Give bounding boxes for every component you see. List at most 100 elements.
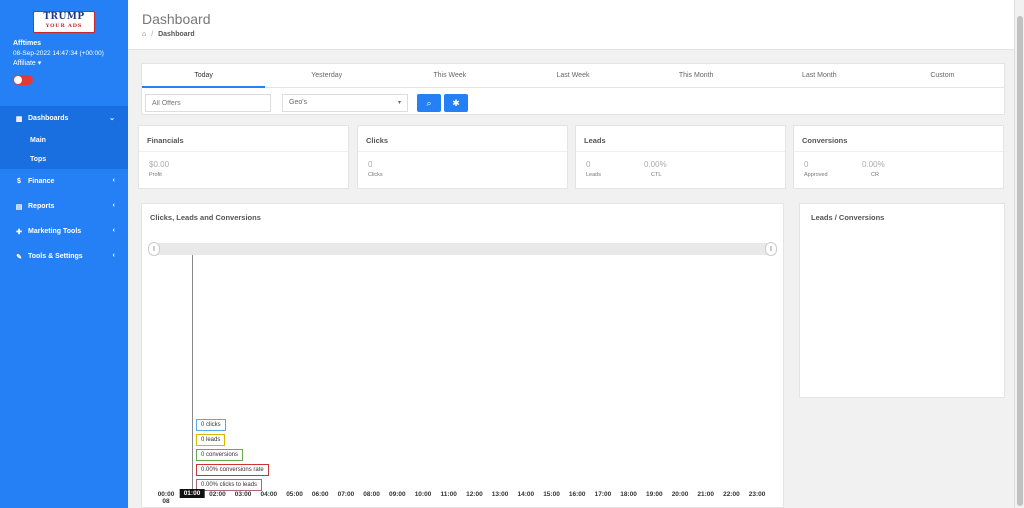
tab-this-month[interactable]: This Month xyxy=(635,64,758,87)
x-tick-label: 12:00 xyxy=(466,491,483,498)
tooltip-conversions: 0 conversions xyxy=(196,449,244,461)
x-tick-label: 20:00 xyxy=(671,491,689,498)
card-title: Leads xyxy=(584,136,606,145)
x-tick-label: 13:00 xyxy=(491,491,509,498)
search-icon: ⌕ xyxy=(426,98,432,108)
role-dropdown[interactable]: Affiliate ▾ xyxy=(13,59,41,67)
x-tick-label: 17:00 xyxy=(594,491,612,498)
x-tick-label: 10:00 xyxy=(414,491,432,498)
x-tick-label: 06:00 xyxy=(311,491,329,498)
search-button[interactable]: ⌕ xyxy=(417,94,441,112)
scrollbar-thumb[interactable] xyxy=(1017,16,1023,506)
user-name: Afftimes xyxy=(13,40,42,47)
status-toggle[interactable] xyxy=(13,75,33,85)
settings-button[interactable]: ✱ xyxy=(444,94,468,112)
x-axis: 00:00 08 01:00 02:00 03:00 04:00 05:00 06:00… xyxy=(156,489,776,507)
offers-input[interactable] xyxy=(145,94,271,112)
x-tick-time: 00:00 xyxy=(157,491,175,498)
divider xyxy=(794,151,1003,152)
cr-label: CR xyxy=(871,172,879,178)
clicks-label: Clicks xyxy=(368,172,383,178)
leads-conversions-card: Leads / Conversions xyxy=(799,203,1005,398)
sidebar-item-marketing-tools[interactable]: ✚ Marketing Tools ‹ xyxy=(0,219,128,244)
logo-line2: YOUR ADS xyxy=(45,23,83,29)
sidebar-item-reports[interactable]: ▤ Reports ‹ xyxy=(0,194,128,219)
x-tick-first: 00:00 08 xyxy=(158,491,175,505)
sidebar-item-label: Marketing Tools xyxy=(28,228,82,235)
wrench-icon: ✎ xyxy=(16,253,22,261)
x-tick-label: 19:00 xyxy=(645,491,663,498)
x-tick-label: 05:00 xyxy=(286,491,303,498)
page-header: Dashboard ⌂ / Dashboard xyxy=(128,0,1014,50)
tab-this-week[interactable]: This Week xyxy=(388,64,511,87)
geo-select[interactable]: Geo's ▾ xyxy=(282,94,408,112)
sidebar-item-tops[interactable]: Tops xyxy=(0,150,128,169)
card-title: Financials xyxy=(147,136,184,145)
leads-value: 0 xyxy=(586,160,591,169)
gear-icon: ✱ xyxy=(452,98,460,108)
clicks-leads-conversions-chart: Clicks, Leads and Conversions || || 0 cl… xyxy=(141,203,784,508)
chart-crosshair xyxy=(192,255,193,491)
sidebar-item-main[interactable]: Main xyxy=(0,131,128,150)
conversions-card: Conversions 0 Approved 0.00% CR xyxy=(793,125,1004,189)
ctl-value: 0.00% xyxy=(644,160,667,169)
tooltip-leads: 0 leads xyxy=(196,434,226,446)
logo-line1: TRUMP xyxy=(43,12,85,22)
x-tick-label: 07:00 xyxy=(337,491,355,498)
home-icon[interactable]: ⌂ xyxy=(142,31,146,38)
x-tick-label: 16:00 xyxy=(568,491,586,498)
tab-today[interactable]: Today xyxy=(142,64,266,88)
sidebar-item-dashboards[interactable]: ▦ Dashboards ⌄ xyxy=(0,106,128,131)
ctl-label: CTL xyxy=(651,172,662,178)
tab-yesterday[interactable]: Yesterday xyxy=(265,64,388,87)
x-tick-label: 18:00 xyxy=(620,491,637,498)
profit-value: $0.00 xyxy=(149,160,170,169)
chart-title: Clicks, Leads and Conversions xyxy=(150,213,261,222)
caret-down-icon: ▾ xyxy=(397,100,401,106)
approved-value: 0 xyxy=(804,160,809,169)
chevron-left-icon: ‹ xyxy=(112,252,115,259)
tab-last-week[interactable]: Last Week xyxy=(511,64,634,87)
breadcrumb-current: Dashboard xyxy=(158,31,195,38)
leads-card: Leads 0 Leads 0.00% CTL xyxy=(575,125,786,189)
tooltip-clicks-to-leads: 0.00% clicks to leads xyxy=(196,479,263,491)
page-title: Dashboard xyxy=(142,11,211,27)
divider xyxy=(358,151,567,152)
geo-select-value: Geo's xyxy=(289,99,308,106)
leads-label: Leads xyxy=(586,172,601,178)
sidebar-item-label: Finance xyxy=(28,178,55,185)
toggle-knob xyxy=(14,76,22,84)
x-tick-label: 11:00 xyxy=(440,491,457,498)
clicks-value: 0 xyxy=(368,160,373,169)
sidebar-item-label: Dashboards xyxy=(28,115,69,122)
x-tick-label: 04:00 xyxy=(260,491,278,498)
cr-value: 0.00% xyxy=(862,160,885,169)
sidebar-item-finance[interactable]: $ Finance ‹ xyxy=(0,169,128,194)
dollar-icon: $ xyxy=(17,178,21,185)
tab-last-month[interactable]: Last Month xyxy=(758,64,881,87)
sidebar-item-label: Tools & Settings xyxy=(28,253,83,260)
x-tick-label: 23:00 xyxy=(748,491,766,498)
brand-logo[interactable]: TRUMP YOUR ADS xyxy=(33,11,95,33)
x-tick-label: 21:00 xyxy=(697,491,714,498)
puzzle-icon: ✚ xyxy=(16,228,22,236)
tooltip-clicks: 0 clicks xyxy=(196,419,226,431)
range-handle-right[interactable]: || xyxy=(765,242,777,256)
x-tick-date: 08 xyxy=(162,498,170,505)
x-tick-label: 02:00 xyxy=(209,491,226,498)
tab-custom[interactable]: Custom xyxy=(881,64,1004,87)
card-title: Conversions xyxy=(802,136,848,145)
sidebar: TRUMP YOUR ADS Afftimes 08-Sep-2022 14:4… xyxy=(0,0,128,508)
user-datetime: 08-Sep-2022 14:47:34 (+00:00) xyxy=(13,50,104,57)
range-selector[interactable]: || || xyxy=(148,242,777,256)
range-handle-left[interactable]: || xyxy=(148,242,160,256)
chevron-left-icon: ‹ xyxy=(112,227,115,234)
dashboard-icon: ▦ xyxy=(15,115,23,123)
sidebar-item-tools-settings[interactable]: ✎ Tools & Settings ‹ xyxy=(0,244,128,269)
x-tick-label: 03:00 xyxy=(234,491,252,498)
page-scrollbar[interactable] xyxy=(1014,0,1024,508)
file-icon: ▤ xyxy=(15,203,23,211)
sidebar-nav: ▦ Dashboards ⌄ Main Tops $ Finance ‹ ▤ R… xyxy=(0,106,128,269)
clicks-card: Clicks 0 Clicks xyxy=(357,125,568,189)
x-tick-label: 08:00 xyxy=(363,491,380,498)
